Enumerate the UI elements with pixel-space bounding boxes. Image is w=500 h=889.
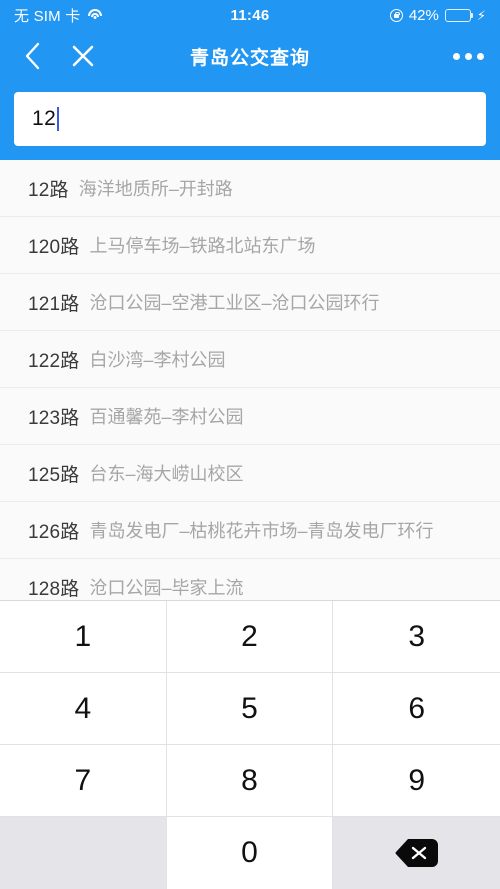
more-options-button[interactable]	[453, 52, 484, 60]
app-root: 无 SIM 卡 11:46 42% ⚡ 青岛公交查询 12 12路 海洋地质所–…	[0, 0, 500, 889]
search-input-value: 12	[32, 107, 57, 130]
table-row[interactable]: 122路 白沙湾–李村公园	[0, 331, 500, 388]
more-dot-2	[465, 52, 472, 60]
status-bar-left: 无 SIM 卡	[14, 5, 102, 26]
route-number: 122路	[28, 350, 80, 372]
battery-icon	[444, 8, 474, 22]
route-number: 126路	[28, 521, 80, 543]
search-bar-container: 12	[0, 82, 500, 160]
bus-route-results-list[interactable]: 12路 海洋地质所–开封路 120路 上马停车场–铁路北站东广场 121路 沧口公园–空港…	[0, 160, 500, 605]
numeric-keyboard[interactable]: 123 456 7890	[0, 600, 500, 889]
chevron-left-icon	[24, 41, 42, 71]
text-cursor	[57, 107, 60, 131]
close-button[interactable]	[60, 33, 106, 79]
more-dot-1	[453, 52, 460, 60]
key-0[interactable]: 0	[166, 817, 334, 889]
table-row[interactable]: 125路 台东–海大崂山校区	[0, 445, 500, 502]
key-5[interactable]: 5	[166, 673, 334, 745]
route-number: 121路	[28, 293, 80, 315]
carrier-label: 无 SIM 卡	[14, 7, 81, 25]
backspace-icon	[394, 837, 440, 869]
table-row[interactable]: 12路 海洋地质所–开封路	[0, 160, 500, 217]
close-icon	[71, 44, 95, 68]
charging-bolt-icon: ⚡	[476, 7, 486, 23]
search-input[interactable]: 12	[14, 92, 486, 146]
nav-bar: 青岛公交查询	[0, 30, 500, 82]
more-dot-3	[477, 52, 484, 60]
table-row[interactable]: 123路 百通馨苑–李村公园	[0, 388, 500, 445]
key-7[interactable]: 7	[0, 745, 167, 817]
route-description: 台东–海大崂山校区	[89, 464, 244, 484]
battery-percent-label: 42%	[408, 6, 439, 24]
route-number: 128路	[28, 578, 80, 600]
backspace-key[interactable]	[333, 817, 500, 889]
key-4[interactable]: 4	[0, 673, 167, 745]
route-number: 120路	[28, 236, 80, 258]
back-button[interactable]	[10, 33, 56, 79]
status-bar-right: 42% ⚡	[389, 6, 486, 24]
key-8[interactable]: 8	[166, 745, 334, 817]
key-2[interactable]: 2	[166, 601, 334, 673]
route-number: 12路	[28, 179, 69, 201]
route-description: 沧口公园–毕家上流	[89, 578, 244, 598]
route-description: 海洋地质所–开封路	[78, 179, 233, 199]
table-row[interactable]: 126路 青岛发电厂–枯桃花卉市场–青岛发电厂环行	[0, 502, 500, 559]
route-number: 123路	[28, 407, 80, 429]
route-description: 青岛发电厂–枯桃花卉市场–青岛发电厂环行	[89, 521, 434, 541]
route-description: 百通馨苑–李村公园	[89, 407, 244, 427]
key-1[interactable]: 1	[0, 601, 167, 673]
route-description: 白沙湾–李村公园	[89, 350, 226, 370]
route-description: 沧口公园–空港工业区–沧口公园环行	[89, 293, 380, 313]
key-6[interactable]: 6	[333, 673, 500, 745]
table-row[interactable]: 120路 上马停车场–铁路北站东广场	[0, 217, 500, 274]
route-number: 125路	[28, 464, 80, 486]
status-bar: 无 SIM 卡 11:46 42% ⚡	[0, 0, 500, 30]
table-row[interactable]: 121路 沧口公园–空港工业区–沧口公园环行	[0, 274, 500, 331]
wifi-icon	[87, 9, 102, 21]
key-9[interactable]: 9	[333, 745, 500, 817]
rotation-lock-icon	[389, 8, 403, 22]
table-row[interactable]: 128路 沧口公园–毕家上流	[0, 559, 500, 605]
key-blank[interactable]	[0, 817, 167, 889]
key-3[interactable]: 3	[333, 601, 500, 673]
route-description: 上马停车场–铁路北站东广场	[89, 236, 316, 256]
